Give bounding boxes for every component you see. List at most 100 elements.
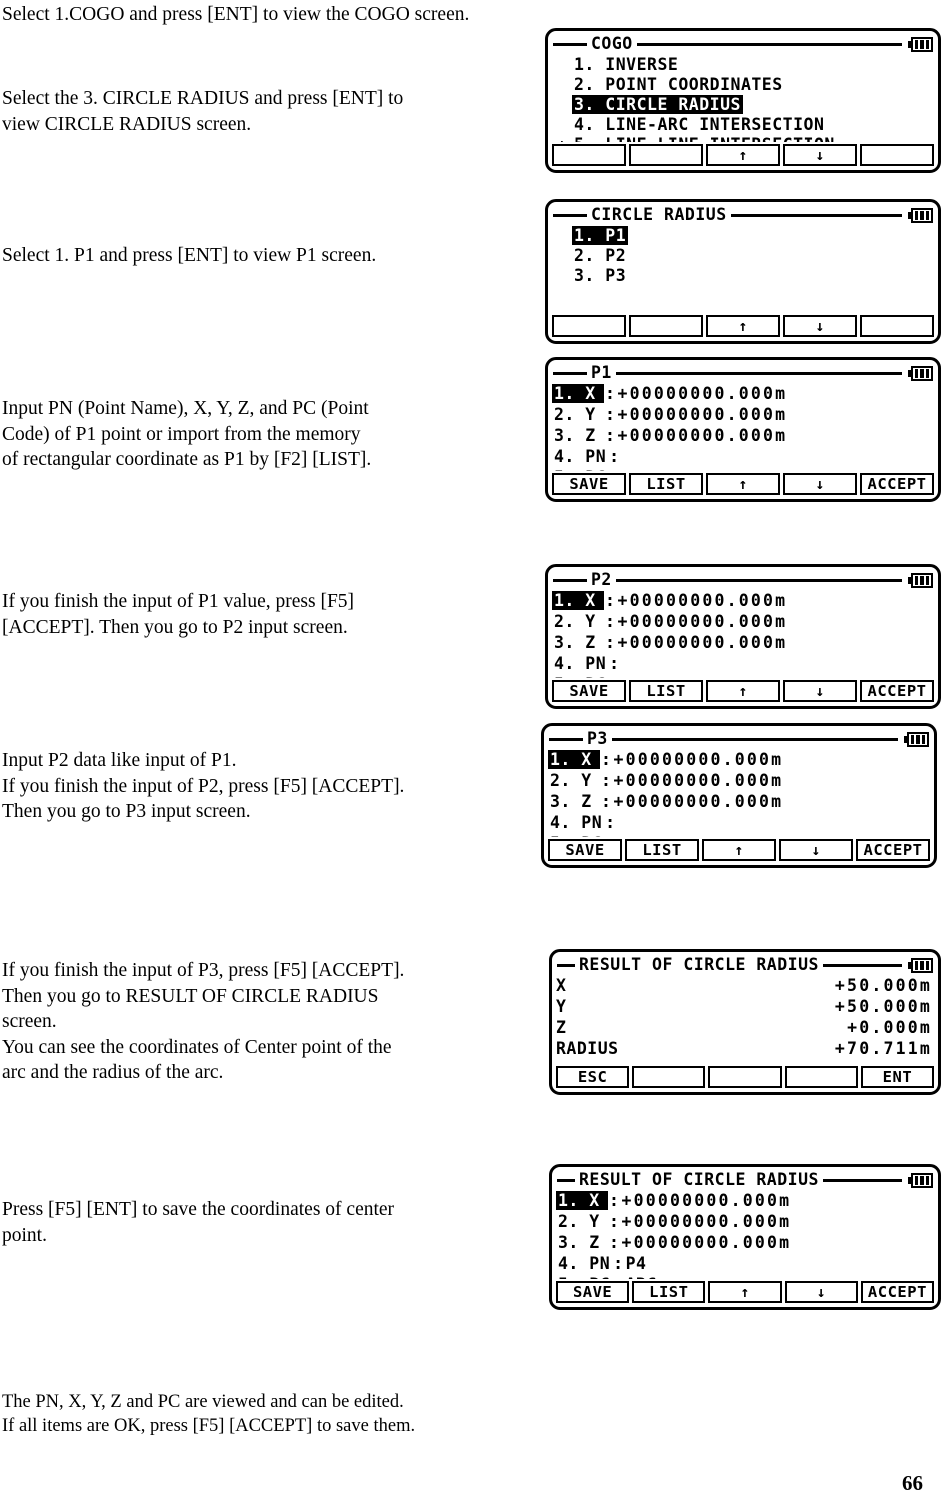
softkey-f1[interactable]: [552, 315, 626, 337]
softkey-up-arrow-icon[interactable]: ↑: [706, 473, 780, 495]
field-label: 5. PC: [552, 468, 608, 471]
result-label: RADIUS: [556, 1039, 619, 1058]
menu-item-line-line-intersection[interactable]: ↓ 5. LINE-LINE INTERSECTION: [552, 134, 934, 143]
screen-title: P3: [587, 729, 608, 748]
field-label: 3. Z: [558, 1233, 600, 1252]
title-rule-left: [549, 737, 583, 741]
softkey-f2[interactable]: [629, 144, 703, 166]
softkey-down-arrow-icon[interactable]: ↓: [783, 680, 857, 702]
title-rule-left: [553, 42, 587, 46]
lcd-screen-result: RESULT OF CIRCLE RADIUS X +50.000m Y +50…: [549, 949, 941, 1095]
title-rule-left: [553, 213, 587, 217]
softkey-up-arrow-icon[interactable]: ↑: [706, 680, 780, 702]
field-row-y[interactable]: 2. Y : +00000000.000m: [556, 1211, 934, 1232]
instruction-cogo: Select 1.COGO and press [ENT] to view th…: [2, 4, 470, 25]
softkey-esc[interactable]: ESC: [556, 1066, 630, 1088]
menu-item-p2[interactable]: 2. P2: [552, 245, 934, 265]
instruction-select-p1: Select 1. P1 and press [ENT] to view P1 …: [2, 245, 377, 266]
field-value: +00000000.000m: [617, 591, 788, 610]
field-value: +00000000.000m: [613, 750, 784, 769]
softkey-f5[interactable]: [860, 144, 934, 166]
field-label: 4. PN: [550, 813, 603, 832]
titlebar: P1: [552, 363, 934, 383]
softkey-down-arrow-icon[interactable]: ↓: [783, 315, 857, 337]
field-colon: :: [609, 1233, 620, 1252]
menu-item-label: 5. LINE-LINE INTERSECTION: [572, 135, 837, 143]
field-row-z[interactable]: 3. Z : +00000000.000m: [552, 425, 934, 446]
field-label: 1. X: [552, 384, 604, 403]
field-row-x[interactable]: 1. X : +00000000.000m: [548, 749, 930, 770]
softkey-row: SAVE LIST ↑ ↓ ACCEPT: [548, 839, 930, 861]
softkey-list[interactable]: LIST: [632, 1281, 706, 1303]
softkey-save[interactable]: SAVE: [552, 473, 626, 495]
softkey-list[interactable]: LIST: [629, 473, 703, 495]
softkey-up-arrow-icon[interactable]: ↑: [708, 1281, 782, 1303]
battery-icon: [908, 957, 933, 973]
softkey-f2[interactable]: [632, 1066, 706, 1088]
softkey-accept[interactable]: ACCEPT: [860, 680, 934, 702]
menu-item-inverse[interactable]: 1. INVERSE: [552, 54, 934, 74]
softkey-down-arrow-icon[interactable]: ↓: [783, 144, 857, 166]
field-value: +00000000.000m: [617, 384, 788, 403]
softkey-list[interactable]: LIST: [625, 839, 699, 861]
softkey-f5[interactable]: [860, 315, 934, 337]
softkey-f4[interactable]: [784, 1066, 858, 1088]
battery-icon: [908, 1172, 933, 1188]
softkey-down-arrow-icon[interactable]: ↓: [779, 839, 853, 861]
field-row-pc[interactable]: 5. PC :: [552, 674, 934, 678]
title-rule-right: [615, 578, 902, 582]
field-label: 1. X: [552, 591, 604, 610]
field-row-x[interactable]: 1. X : +00000000.000m: [552, 383, 934, 404]
result-value: +70.711m: [834, 1039, 932, 1058]
battery-icon: [908, 36, 933, 52]
softkey-row: ↑ ↓: [552, 315, 934, 337]
softkey-up-arrow-icon[interactable]: ↑: [706, 315, 780, 337]
lcd-body: CIRCLE RADIUS 1. P1 2. P2 3. P3: [552, 205, 934, 313]
field-row-pn[interactable]: 4. PN : P4: [556, 1253, 934, 1274]
softkey-save[interactable]: SAVE: [556, 1281, 630, 1303]
softkey-save[interactable]: SAVE: [548, 839, 622, 861]
field-row-y[interactable]: 2. Y : +00000000.000m: [548, 770, 930, 791]
softkey-up-arrow-icon[interactable]: ↑: [706, 144, 780, 166]
softkey-f2[interactable]: [629, 315, 703, 337]
softkey-accept[interactable]: ACCEPT: [860, 1281, 935, 1303]
field-row-pc[interactable]: 5. PC :: [548, 833, 930, 837]
field-row-pc[interactable]: 5. PC : ABC: [556, 1274, 934, 1279]
field-row-x[interactable]: 1. X : +00000000.000m: [556, 1190, 934, 1211]
field-row-pc[interactable]: 5. PC :: [552, 467, 934, 471]
field-row-z[interactable]: 3. Z : +00000000.000m: [556, 1232, 934, 1253]
field-value: ABC: [626, 1275, 657, 1279]
softkey-up-arrow-icon[interactable]: ↑: [702, 839, 776, 861]
title-rule-right: [822, 1178, 902, 1182]
field-row-pn[interactable]: 4. PN :: [552, 446, 934, 467]
menu-item-p3[interactable]: 3. P3: [552, 265, 934, 285]
menu-item-point-coordinates[interactable]: 2. POINT COORDINATES: [552, 74, 934, 94]
softkey-save[interactable]: SAVE: [552, 680, 626, 702]
field-row-pn[interactable]: 4. PN :: [548, 812, 930, 833]
softkey-list[interactable]: LIST: [629, 680, 703, 702]
softkey-f3[interactable]: [708, 1066, 782, 1088]
field-colon: :: [609, 447, 620, 466]
field-row-y[interactable]: 2. Y : +00000000.000m: [552, 404, 934, 425]
field-colon: :: [613, 1254, 624, 1273]
softkey-accept[interactable]: ACCEPT: [860, 473, 934, 495]
field-row-y[interactable]: 2. Y : +00000000.000m: [552, 611, 934, 632]
softkey-down-arrow-icon[interactable]: ↓: [783, 473, 857, 495]
field-row-z[interactable]: 3. Z : +00000000.000m: [548, 791, 930, 812]
field-row-z[interactable]: 3. Z : +00000000.000m: [552, 632, 934, 653]
menu-item-line-arc-intersection[interactable]: 4. LINE-ARC INTERSECTION: [552, 114, 934, 134]
softkey-ent[interactable]: ENT: [860, 1066, 935, 1088]
field-row-pn[interactable]: 4. PN :: [552, 653, 934, 674]
menu-item-label: 1. INVERSE: [574, 54, 679, 74]
softkey-f1[interactable]: [552, 144, 626, 166]
field-label: 4. PN: [558, 1254, 611, 1273]
menu-item-circle-radius[interactable]: 3. CIRCLE RADIUS: [552, 94, 934, 114]
field-label: 4. PN: [554, 447, 607, 466]
softkey-row: ESC ENT: [556, 1066, 935, 1088]
softkey-down-arrow-icon[interactable]: ↓: [784, 1281, 858, 1303]
menu-item-p1[interactable]: 1. P1: [552, 225, 934, 245]
field-row-x[interactable]: 1. X : +00000000.000m: [552, 590, 934, 611]
softkey-accept[interactable]: ACCEPT: [856, 839, 930, 861]
lcd-screen-result-save: RESULT OF CIRCLE RADIUS 1. X : +00000000…: [549, 1164, 941, 1310]
field-colon: :: [609, 1191, 620, 1210]
